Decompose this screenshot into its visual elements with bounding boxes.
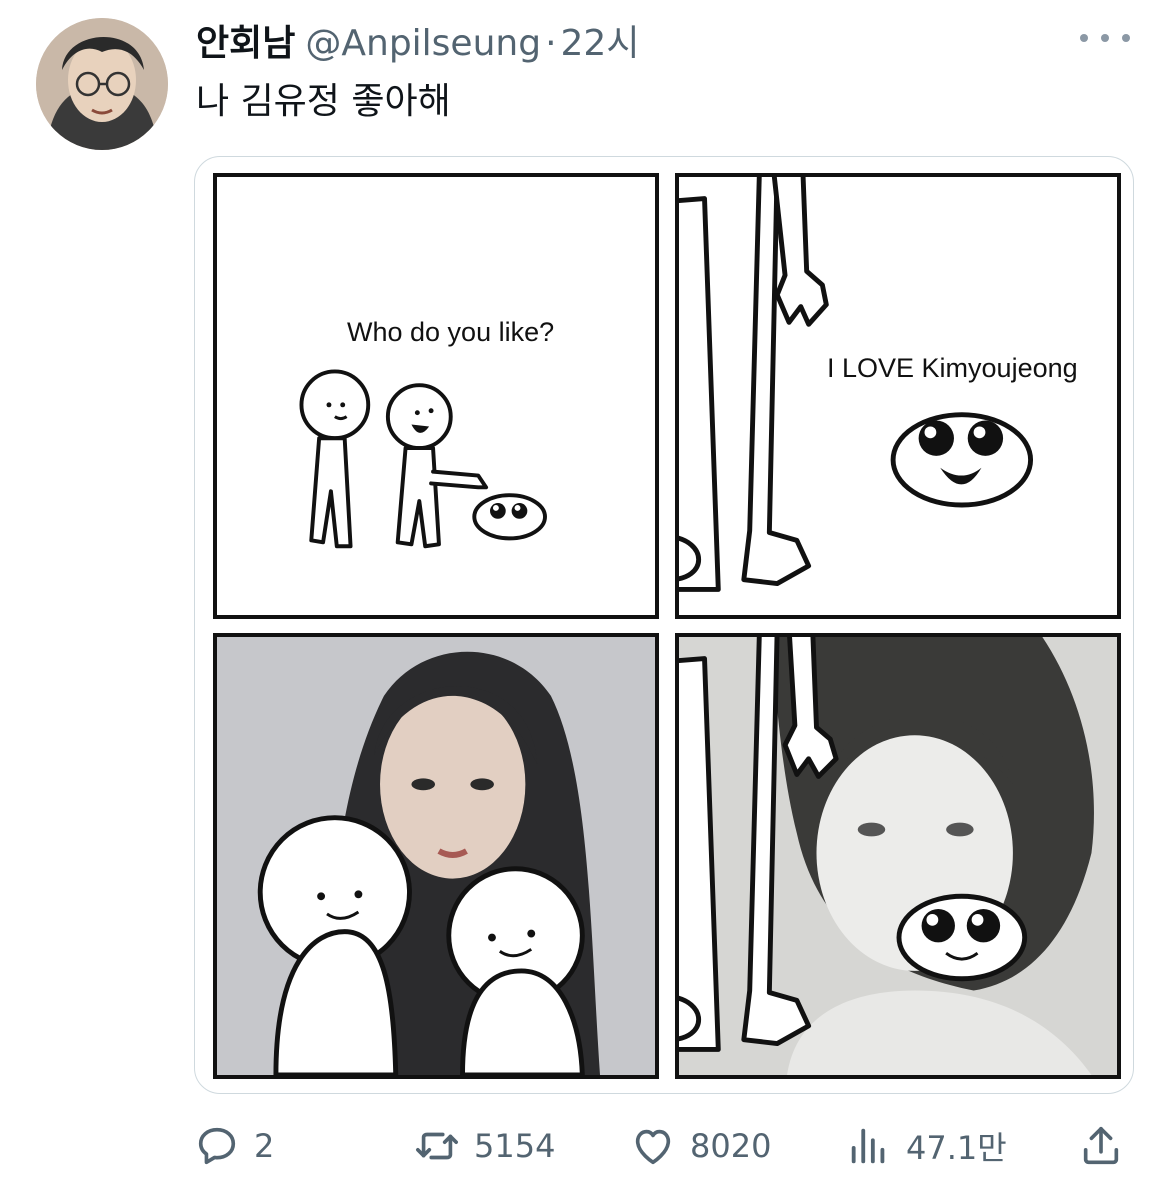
tweet-time[interactable]: 22시 <box>561 14 640 66</box>
separator: · <box>545 23 557 64</box>
reply-icon <box>198 1127 236 1165</box>
views-button[interactable]: 47.1만 <box>846 1118 1007 1174</box>
avatar-image <box>36 18 168 150</box>
comic-panel-1: Who do you like? <box>213 173 659 619</box>
panel3-drawing <box>217 637 655 1075</box>
tweet-text: 나 김유정 좋아해 <box>196 81 451 122</box>
reply-button[interactable]: 2 <box>194 1118 274 1174</box>
reply-count: 2 <box>254 1127 275 1165</box>
author-name[interactable]: 안회남 <box>196 14 295 66</box>
like-count: 8020 <box>690 1127 772 1165</box>
share-icon <box>1083 1126 1119 1165</box>
author-handle[interactable]: @Anpilseung <box>305 23 541 64</box>
comic-panel-4 <box>675 633 1121 1079</box>
author-avatar[interactable] <box>36 18 168 150</box>
tweet-media[interactable]: Who do you like? I LOVE Kimyoujeong <box>194 156 1134 1094</box>
tweet-actions: 2 5154 8020 47.1만 <box>194 1118 1138 1178</box>
retweet-button[interactable]: 5154 <box>414 1118 555 1174</box>
tweet-header: 안회남 @Anpilseung · 22시 <box>196 14 639 64</box>
like-button[interactable]: 8020 <box>630 1118 771 1174</box>
panel1-drawing <box>299 369 547 549</box>
panel2-drawing <box>679 177 1034 592</box>
comic-panel-2: I LOVE Kimyoujeong <box>675 173 1121 619</box>
retweet-icon <box>416 1132 458 1160</box>
retweet-count: 5154 <box>474 1127 556 1165</box>
panel4-drawing <box>679 637 1117 1075</box>
views-count: 47.1만 <box>906 1129 1007 1167</box>
comic-panel-3 <box>213 633 659 1079</box>
heart-icon <box>635 1129 671 1165</box>
more-icon[interactable] <box>1080 20 1130 56</box>
share-button[interactable] <box>1078 1118 1138 1174</box>
views-icon <box>851 1128 885 1164</box>
